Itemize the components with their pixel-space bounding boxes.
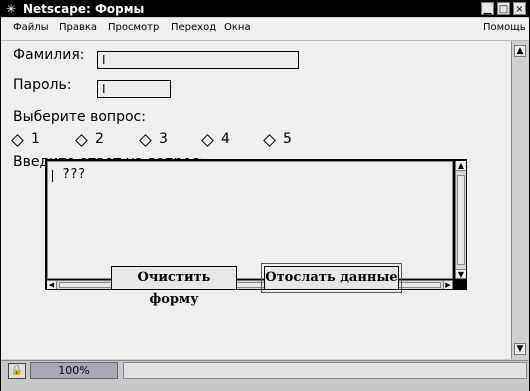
- status-bar: 🔒 100%: [1, 360, 529, 391]
- radio-label: 4: [221, 131, 230, 147]
- scroll-down-arrow-icon[interactable]: ▼: [456, 269, 466, 279]
- maximize-button[interactable]: □: [497, 2, 510, 15]
- radio-diamond-icon: [11, 134, 24, 147]
- textarea-vertical-scrollbar[interactable]: ▲ ▼: [455, 161, 466, 279]
- answer-textarea-frame: ??? ▲ ▼ ◀ ▶: [45, 159, 467, 290]
- page-vertical-scrollbar[interactable]: ▲ ▼: [511, 41, 529, 359]
- scroll-right-arrow-icon[interactable]: ▶: [443, 281, 453, 289]
- minimize-button[interactable]: ▁: [481, 2, 494, 15]
- vertical-scroll-thumb[interactable]: [457, 175, 465, 265]
- answer-text: ???: [62, 167, 86, 182]
- radio-diamond-icon: [263, 134, 276, 147]
- surname-label: Фамилия:: [13, 47, 85, 63]
- radio-diamond-icon: [139, 134, 152, 147]
- menu-bar: Файлы Правка Просмотр Переход Окна Помощ…: [1, 18, 529, 41]
- scroll-left-arrow-icon[interactable]: ◀: [47, 281, 57, 289]
- menu-view[interactable]: Просмотр: [108, 22, 159, 33]
- question-radio-group: 1 2 3 4 5: [11, 131, 433, 150]
- menu-edit[interactable]: Правка: [59, 22, 97, 33]
- radio-label: 2: [95, 131, 104, 147]
- question-label: Выберите вопрос:: [13, 109, 146, 125]
- menu-windows[interactable]: Окна: [224, 22, 251, 33]
- window-title: Netscape: Формы: [23, 2, 145, 16]
- radio-diamond-icon: [75, 134, 88, 147]
- lock-icon[interactable]: 🔒: [8, 363, 26, 379]
- surname-input[interactable]: I: [97, 51, 299, 69]
- netscape-window: ✳ Netscape: Формы ▁ □ × Файлы Правка Про…: [0, 0, 530, 391]
- scroll-up-arrow-icon[interactable]: ▲: [456, 161, 466, 171]
- close-button[interactable]: ×: [513, 2, 526, 15]
- title-bar: ✳ Netscape: Формы ▁ □ ×: [1, 1, 529, 17]
- menu-go[interactable]: Переход: [171, 22, 216, 33]
- text-cursor: [52, 170, 53, 182]
- radio-label: 1: [31, 131, 40, 147]
- progress-indicator: 100%: [30, 362, 118, 379]
- asterisk-icon: ✳: [5, 2, 17, 16]
- clear-form-button[interactable]: Очистить форму: [111, 266, 237, 307]
- scroll-bottom-arrow-icon[interactable]: ▼: [514, 343, 526, 355]
- radio-diamond-icon: [201, 134, 214, 147]
- password-label: Пароль:: [13, 77, 72, 93]
- status-message: [123, 362, 527, 379]
- menu-file[interactable]: Файлы: [13, 22, 49, 33]
- password-input[interactable]: I: [97, 80, 171, 98]
- answer-textarea[interactable]: ???: [47, 161, 453, 279]
- submit-button[interactable]: Отослать данные: [261, 263, 402, 293]
- radio-label: 3: [159, 131, 168, 147]
- menu-help[interactable]: Помощь: [483, 22, 526, 33]
- scroll-top-arrow-icon[interactable]: ▲: [514, 45, 526, 57]
- radio-label: 5: [283, 131, 292, 147]
